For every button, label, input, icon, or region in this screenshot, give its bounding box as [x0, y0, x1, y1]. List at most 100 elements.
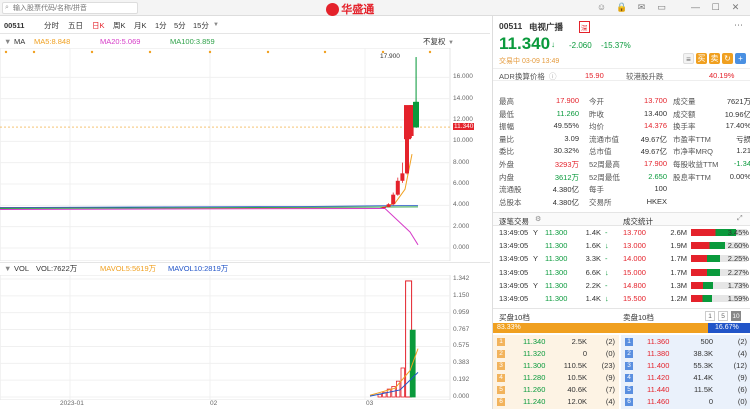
stats-grid: 最高 17.900 今开 13.700 成交量 7621万 最低 11.260 昨收 13.400…	[493, 96, 750, 211]
search-input[interactable]	[13, 4, 135, 13]
adr-value: 15.90	[585, 71, 604, 80]
sell-button[interactable]: 卖	[709, 53, 720, 64]
stat-volume: 2.6M	[670, 228, 687, 237]
y-tick-label: 2.000	[453, 222, 470, 230]
level-price[interactable]: 11.240	[523, 397, 545, 406]
stat-value: 1.21	[736, 146, 750, 156]
tab-intraday[interactable]: 分时	[44, 20, 59, 31]
y-tick-label: 8.000	[453, 158, 470, 166]
chat-icon[interactable]: ▭	[656, 2, 667, 13]
minimize-icon[interactable]: —	[690, 2, 701, 13]
y-tick-label: 10.000	[453, 137, 473, 145]
stat-volume: 1.3M	[670, 280, 687, 290]
restore-selector[interactable]: 不复权	[423, 36, 446, 48]
level-index: 3	[625, 362, 633, 370]
tab-five-day[interactable]: 五日	[68, 20, 83, 31]
level-price[interactable]: 11.380	[647, 349, 669, 358]
trades-list: 13:49:05 Y 11.300 1.4K -13:49:05 11.300 1.6K ↓ 1…	[493, 228, 617, 314]
level-price[interactable]: 11.420	[647, 373, 669, 382]
level-index: 2	[625, 350, 633, 358]
stat-label: 量比	[499, 134, 514, 144]
collapse-icon[interactable]: ▼	[4, 263, 11, 275]
collapse-icon[interactable]: ▼	[4, 36, 11, 48]
close-icon[interactable]: ✕	[730, 2, 741, 13]
stat-price: 13.000	[623, 241, 646, 251]
trade-price: 11.300	[545, 267, 568, 277]
stat-label: 今开	[589, 97, 604, 106]
tab-weekly-k[interactable]: 周K	[113, 20, 126, 31]
trade-dir: -	[605, 228, 608, 237]
tab-1min[interactable]: 1分	[155, 20, 167, 31]
stat-label: 外盘	[499, 160, 514, 169]
stat-pct: 1.59%	[727, 294, 749, 303]
level-price[interactable]: 11.260	[523, 385, 545, 394]
user-icon[interactable]: ☺	[596, 2, 607, 13]
level-price[interactable]: 11.360	[647, 337, 669, 346]
depth-5-button[interactable]: 5	[718, 311, 728, 321]
y-tick-label: 0.959	[453, 308, 470, 316]
level-price[interactable]: 11.460	[647, 397, 669, 406]
more-icon[interactable]: ⋯	[733, 20, 744, 31]
search-box[interactable]: ⌕	[2, 2, 138, 14]
ask-pct: 16.67%	[715, 324, 739, 331]
level-price[interactable]: 11.320	[523, 349, 545, 358]
list-icon[interactable]: ≡	[683, 53, 694, 64]
level-volume: 41.4K	[693, 373, 713, 382]
level-price[interactable]: 11.280	[523, 373, 545, 382]
tab-monthly-k[interactable]: 月K	[134, 20, 147, 31]
expand-icon[interactable]: ⤢	[737, 215, 743, 223]
lock-icon[interactable]: 🔒	[616, 2, 627, 13]
x-tick-label: 02	[210, 400, 218, 407]
tab-daily-k[interactable]: 日K	[92, 20, 105, 31]
level-price[interactable]: 11.300	[523, 361, 545, 370]
vol-value: VOL:7622万	[36, 264, 78, 273]
quote-sidebar: 00511 电视广播 深 ⋯ 11.340 ↓ -2.060 -15.37% 交…	[492, 16, 750, 409]
stat-value: 14.376	[644, 121, 667, 131]
question-icon[interactable]: ⓘ	[549, 71, 557, 82]
maximize-icon[interactable]: ☐	[710, 2, 721, 13]
level-price[interactable]: 11.440	[647, 385, 669, 394]
trades-title[interactable]: 逐笔交易	[499, 216, 529, 227]
depth-10-button[interactable]: 10	[731, 311, 741, 321]
level-orders: (12)	[733, 361, 747, 370]
trade-flag: Y	[533, 254, 539, 264]
trade-time: 13:49:05	[499, 228, 529, 237]
brand-logo: 华盛通	[326, 1, 375, 16]
level-index: 4	[625, 374, 633, 382]
x-tick-label: 2023-01	[60, 400, 84, 407]
trade-dir: -	[605, 280, 608, 290]
refresh-icon[interactable]: ↻	[722, 53, 733, 64]
ma-label[interactable]: MA	[14, 36, 25, 48]
level-volume: 110.5K	[563, 361, 587, 370]
settings-icon[interactable]: ⚙	[535, 215, 541, 223]
mail-icon[interactable]: ✉	[636, 2, 647, 13]
add-watchlist-button[interactable]: +	[735, 53, 746, 64]
chevron-down-icon[interactable]: ▼	[213, 22, 219, 28]
stat-label: 总市值	[589, 147, 612, 157]
stat-value: 3612万	[554, 172, 579, 182]
stat-label: 股息率TTM	[673, 172, 711, 182]
stat-label: 流通市值	[589, 134, 619, 144]
level-orders: (2)	[605, 337, 615, 346]
level-volume: 0	[582, 349, 587, 358]
depth-1-button[interactable]: 1	[705, 311, 715, 321]
vol-label[interactable]: VOL	[14, 263, 29, 275]
stat-ratio-fill	[691, 242, 725, 250]
tab-5min[interactable]: 5分	[174, 20, 186, 31]
level-price[interactable]: 11.400	[647, 361, 669, 370]
stat-price: 14.000	[623, 254, 646, 264]
buy-button[interactable]: 买	[696, 53, 707, 64]
level-volume: 38.3K	[693, 349, 713, 358]
stat-pct: 2.60%	[727, 241, 749, 251]
level-volume: 40.6K	[567, 385, 587, 394]
stats-title[interactable]: 成交统计	[623, 216, 653, 227]
level-price[interactable]: 11.340	[523, 337, 545, 346]
stat-ratio-fill	[691, 281, 714, 289]
tab-15min[interactable]: 15分	[193, 20, 209, 31]
y-tick-label: 0.767	[453, 325, 470, 333]
stat-label: 每股收益TTM	[673, 160, 719, 169]
level-volume: 12.0K	[567, 397, 587, 406]
level-orders: (9)	[737, 373, 747, 382]
down-arrow-icon: ↓	[551, 40, 555, 49]
brand-name: 华盛通	[341, 4, 375, 16]
